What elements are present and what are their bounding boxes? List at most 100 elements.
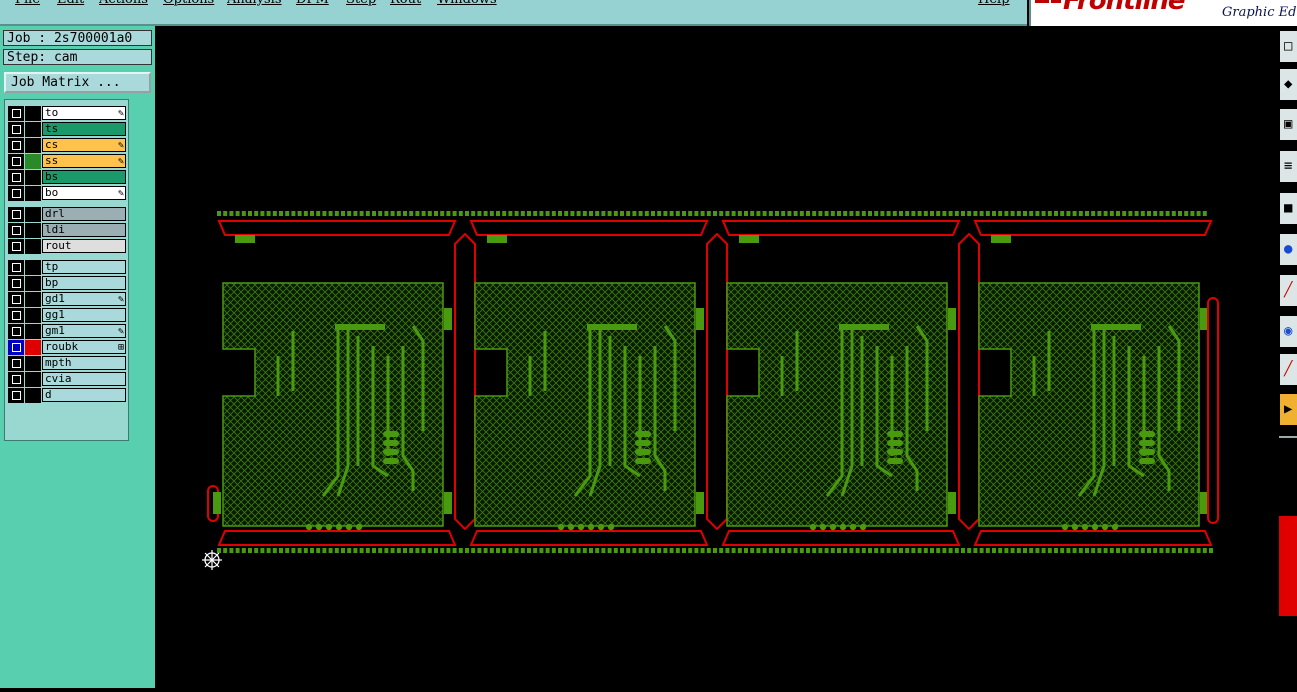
layer-checkbox[interactable] xyxy=(8,239,24,254)
layer-row-roubk[interactable]: roubk ⊞ xyxy=(8,340,126,355)
layer-name[interactable]: bo ✎ xyxy=(42,186,126,200)
layer-row-rout[interactable]: rout xyxy=(8,239,126,254)
menu-options[interactable]: Options xyxy=(163,0,214,7)
layer-checkbox[interactable] xyxy=(8,388,24,403)
layer-checkbox[interactable] xyxy=(8,308,24,323)
menu-analysis[interactable]: Analysis xyxy=(227,0,282,7)
draw-line-button[interactable]: ╱ xyxy=(1279,274,1297,307)
layer-color-swatch[interactable] xyxy=(25,324,41,339)
layer-checkbox[interactable] xyxy=(8,356,24,371)
layer-name[interactable]: gg1 xyxy=(42,308,126,322)
layer-color-swatch[interactable] xyxy=(25,340,41,355)
layer-name[interactable]: mpth xyxy=(42,356,126,370)
layer-name[interactable]: ts xyxy=(42,122,126,136)
layer-name[interactable]: bp xyxy=(42,276,126,290)
zoom-window-button[interactable]: ▣ xyxy=(1279,108,1297,141)
layer-row-drl[interactable]: drl xyxy=(8,207,126,222)
job-matrix-button[interactable]: Job Matrix ... xyxy=(4,72,151,93)
layer-name[interactable]: gd1 ✎ xyxy=(42,292,126,306)
menu-actions[interactable]: Actions xyxy=(99,0,148,7)
fit-button[interactable]: ■ xyxy=(1279,192,1297,225)
menu-edit[interactable]: Edit xyxy=(57,0,84,7)
layer-row-ts[interactable]: ts xyxy=(8,122,126,137)
layer-color-swatch[interactable] xyxy=(25,207,41,222)
layer-checkbox[interactable] xyxy=(8,223,24,238)
menu-step[interactable]: Step xyxy=(346,0,376,7)
layer-checkbox[interactable] xyxy=(8,106,24,121)
layer-name[interactable]: to ✎ xyxy=(42,106,126,120)
board-view[interactable] xyxy=(157,26,1277,688)
layer-checkbox[interactable] xyxy=(8,207,24,222)
layer-checkbox[interactable] xyxy=(8,154,24,169)
layer-name[interactable]: gm1 ✎ xyxy=(42,324,126,338)
layer-color-swatch[interactable] xyxy=(25,170,41,185)
layer-row-gd1[interactable]: gd1 ✎ xyxy=(8,292,126,307)
layer-color-swatch[interactable] xyxy=(25,138,41,153)
layer-row-bp[interactable]: bp xyxy=(8,276,126,291)
graphic-canvas[interactable] xyxy=(157,26,1277,688)
layer-row-d[interactable]: d xyxy=(8,388,126,403)
layer-checkbox[interactable] xyxy=(8,292,24,307)
layer-name[interactable]: ldi xyxy=(42,223,126,237)
layer-color-swatch[interactable] xyxy=(25,239,41,254)
rail-dot xyxy=(1078,548,1083,553)
layer-row-bo[interactable]: bo ✎ xyxy=(8,186,126,201)
layer-name[interactable]: cvia xyxy=(42,372,126,386)
rail-dot xyxy=(1122,548,1127,553)
menu-help[interactable]: Help xyxy=(978,0,1010,7)
filter-button[interactable]: ≡ xyxy=(1279,150,1297,183)
layer-row-cvia[interactable]: cvia xyxy=(8,372,126,387)
layer-color-swatch[interactable] xyxy=(25,122,41,137)
ruler-button[interactable]: ╱ xyxy=(1279,353,1297,386)
layer-checkbox[interactable] xyxy=(8,324,24,339)
layer-color-swatch[interactable] xyxy=(25,356,41,371)
layer-row-gg1[interactable]: gg1 xyxy=(8,308,126,323)
layer-row-tp[interactable]: tp xyxy=(8,260,126,275)
snap-button[interactable]: ◆ xyxy=(1279,68,1297,101)
layer-color-swatch[interactable] xyxy=(25,260,41,275)
layer-row-ss[interactable]: ss ✎ xyxy=(8,154,126,169)
layers-popup-button[interactable]: □ xyxy=(1279,30,1297,63)
layer-name[interactable]: ss ✎ xyxy=(42,154,126,168)
layer-color-swatch[interactable] xyxy=(25,106,41,121)
highlight-button[interactable]: ▶ xyxy=(1279,393,1297,426)
layer-checkbox[interactable] xyxy=(8,122,24,137)
menu-file[interactable]: File xyxy=(15,0,40,7)
layer-checkbox[interactable] xyxy=(8,372,24,387)
layer-row-bs[interactable]: bs xyxy=(8,170,126,185)
layer-name[interactable]: bs xyxy=(42,170,126,184)
layer-name[interactable]: tp xyxy=(42,260,126,274)
rail-dot xyxy=(818,548,823,553)
layer-name[interactable]: d xyxy=(42,388,126,402)
layer-name[interactable]: cs ✎ xyxy=(42,138,126,152)
layer-name[interactable]: drl xyxy=(42,207,126,221)
layer-checkbox[interactable] xyxy=(8,260,24,275)
rail-dot xyxy=(1190,211,1195,216)
layer-checkbox[interactable] xyxy=(8,276,24,291)
menu-windows[interactable]: Windows xyxy=(437,0,497,7)
layer-row-ldi[interactable]: ldi xyxy=(8,223,126,238)
layer-checkbox[interactable] xyxy=(8,170,24,185)
layer-checkbox[interactable] xyxy=(8,186,24,201)
layer-checkbox[interactable] xyxy=(8,340,24,355)
layer-color-swatch[interactable] xyxy=(25,154,41,169)
layer-checkbox[interactable] xyxy=(8,138,24,153)
select-button[interactable]: ◉ xyxy=(1279,315,1297,348)
layer-color-swatch[interactable] xyxy=(25,372,41,387)
layer-row-mpth[interactable]: mpth xyxy=(8,356,126,371)
layer-row-to[interactable]: to ✎ xyxy=(8,106,126,121)
menu-rout[interactable]: Rout xyxy=(390,0,421,7)
layer-name[interactable]: roubk ⊞ xyxy=(42,340,126,354)
layer-color-swatch[interactable] xyxy=(25,223,41,238)
rail-dot xyxy=(1116,211,1120,216)
layer-row-cs[interactable]: cs ✎ xyxy=(8,138,126,153)
layer-color-swatch[interactable] xyxy=(25,292,41,307)
layer-color-swatch[interactable] xyxy=(25,388,41,403)
measure-button[interactable]: ● xyxy=(1279,233,1297,266)
layer-color-swatch[interactable] xyxy=(25,308,41,323)
layer-name[interactable]: rout xyxy=(42,239,126,253)
layer-row-gm1[interactable]: gm1 ✎ xyxy=(8,324,126,339)
menu-dfm[interactable]: DFM xyxy=(296,0,329,7)
layer-color-swatch[interactable] xyxy=(25,186,41,201)
layer-color-swatch[interactable] xyxy=(25,276,41,291)
